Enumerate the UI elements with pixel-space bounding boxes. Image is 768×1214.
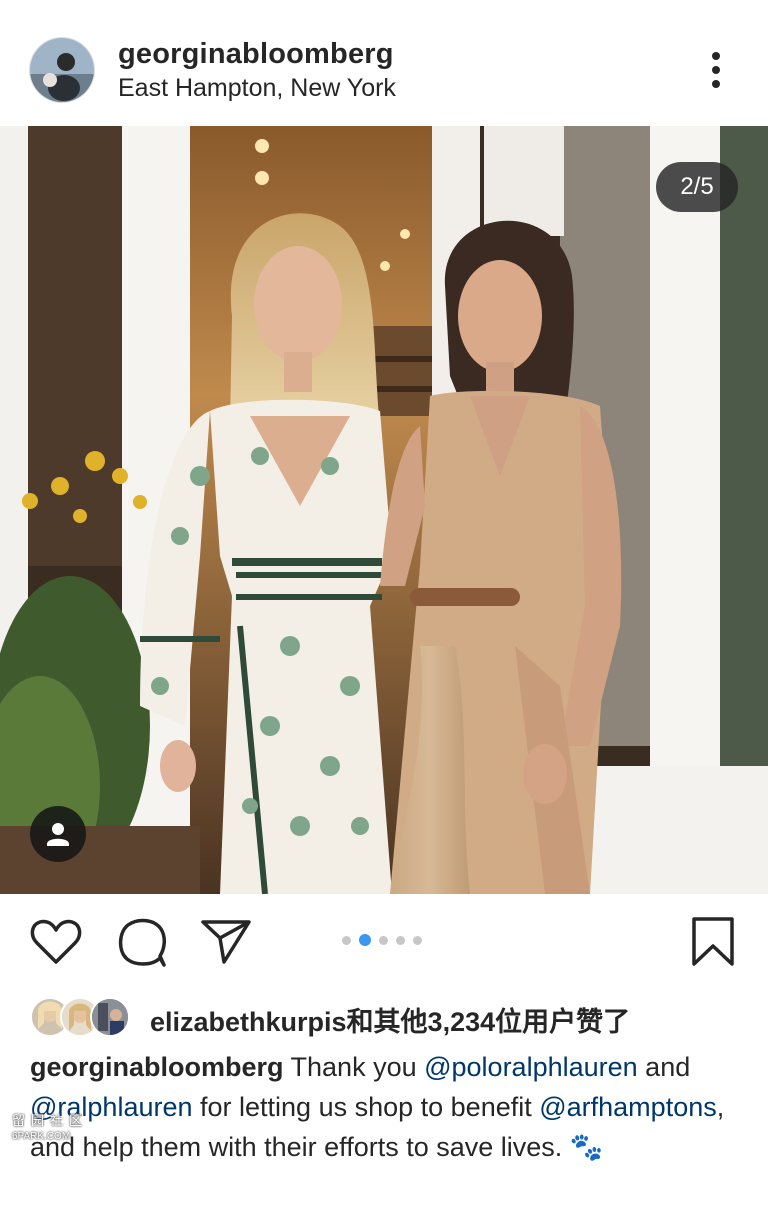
carousel-indicator xyxy=(342,934,422,946)
liker-avatar xyxy=(90,997,130,1037)
likes-count-text[interactable]: elizabethkurpis和其他3,234位用户赞了 xyxy=(150,1000,630,1039)
post-photo[interactable]: 2/5 xyxy=(0,126,768,894)
heart-icon[interactable] xyxy=(30,918,82,971)
paw-prints-emoji: 🐾 xyxy=(569,1132,604,1162)
carousel-dot xyxy=(413,935,422,945)
more-vertical-icon[interactable] xyxy=(700,48,732,92)
watermark: 留园社区 6PARK.COM xyxy=(12,1113,96,1145)
comment-icon[interactable] xyxy=(116,918,168,973)
post-username[interactable]: georginabloomberg xyxy=(118,38,394,71)
caption-username[interactable]: georginabloomberg xyxy=(30,1052,284,1082)
carousel-dot xyxy=(342,935,351,945)
send-icon[interactable] xyxy=(200,918,252,971)
caption-text: and xyxy=(637,1052,691,1082)
caption-text: for letting us shop to benefit xyxy=(192,1092,540,1122)
post-caption: georginabloomberg Thank you @poloralphla… xyxy=(30,1047,730,1167)
photo-illustration xyxy=(0,126,768,894)
mention-link[interactable]: @poloralphlauren xyxy=(424,1052,638,1082)
carousel-counter: 2/5 xyxy=(656,162,738,212)
post-header: georginabloomberg East Hampton, New York xyxy=(0,0,768,126)
post-location[interactable]: East Hampton, New York xyxy=(118,74,396,103)
watermark-url: 6PARK.COM xyxy=(12,1131,71,1142)
carousel-dot xyxy=(379,935,388,945)
carousel-dot xyxy=(396,935,405,945)
caption-text: Thank you xyxy=(283,1052,425,1082)
profile-avatar[interactable] xyxy=(30,38,94,102)
likes-row[interactable]: elizabethkurpis和其他3,234位用户赞了 xyxy=(30,995,750,1037)
mention-link[interactable]: @arfhamptons xyxy=(539,1092,717,1122)
carousel-dot-active xyxy=(359,934,371,946)
bookmark-icon[interactable] xyxy=(690,916,736,973)
user-tag-icon[interactable] xyxy=(30,806,86,862)
watermark-text: 留园社区 xyxy=(12,1113,89,1128)
post-action-bar xyxy=(0,894,768,984)
